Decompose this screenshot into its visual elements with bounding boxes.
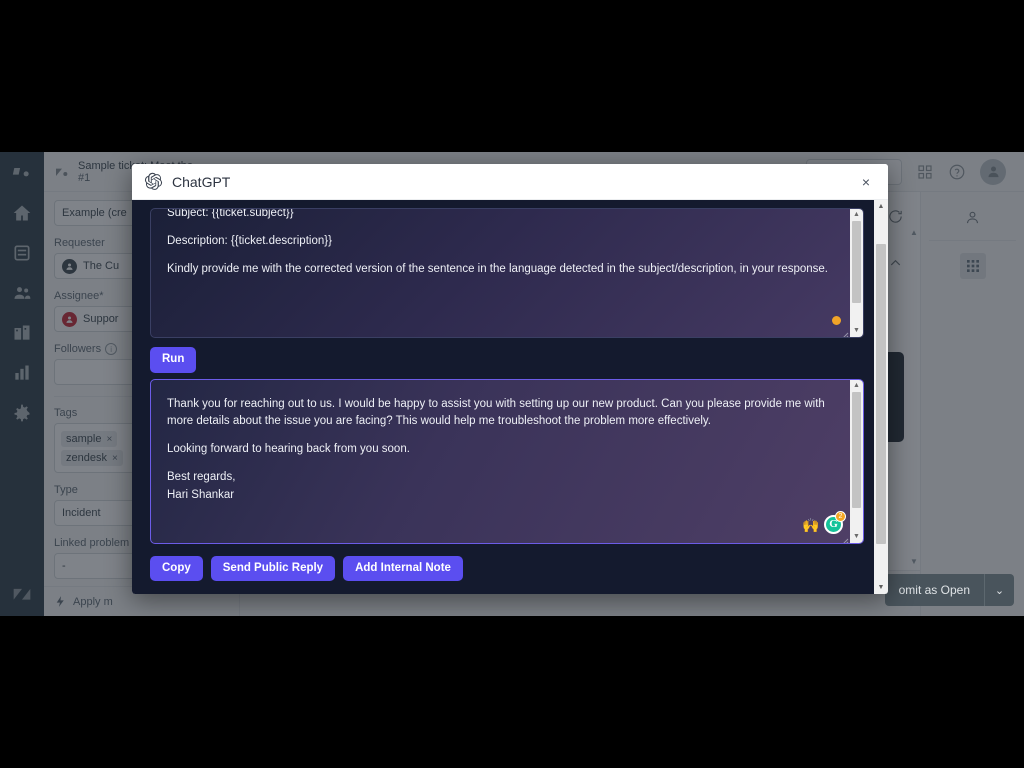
answer-signature: Hari Shankar xyxy=(167,488,235,501)
answer-resize-handle[interactable] xyxy=(840,533,849,543)
conversation-scrollbar[interactable]: ▲ ▼ xyxy=(910,228,918,566)
subject-field-value: Example (cre xyxy=(62,207,127,219)
prompt-scrollbar[interactable]: ▲ ▼ xyxy=(850,209,863,337)
grammarly-badge-count: 2 xyxy=(835,510,846,522)
prompt-line-instruction: Kindly provide me with the corrected ver… xyxy=(167,262,829,275)
modal-scroll-down-arrow[interactable]: ▼ xyxy=(878,581,885,594)
chatgpt-modal-header: ChatGPT × xyxy=(132,164,888,200)
organizations-icon[interactable] xyxy=(11,322,33,344)
send-public-reply-button[interactable]: Send Public Reply xyxy=(210,555,336,581)
prompt-scroll-down-arrow[interactable]: ▼ xyxy=(853,325,860,337)
hands-emoji-icon[interactable]: 🙌 xyxy=(802,517,819,534)
close-icon[interactable]: × xyxy=(856,172,876,192)
conversation-tools xyxy=(887,208,904,272)
status-dot-icon xyxy=(832,316,841,325)
copy-button[interactable]: Copy xyxy=(150,555,203,581)
prompt-scroll-thumb[interactable] xyxy=(852,221,861,303)
help-icon[interactable] xyxy=(948,163,966,181)
grammarly-icon[interactable]: G 2 xyxy=(824,510,846,534)
tag-chip[interactable]: sample × xyxy=(61,431,118,447)
scroll-down-arrow[interactable]: ▼ xyxy=(910,557,918,566)
user-avatar-icon[interactable] xyxy=(980,158,1006,185)
prompt-line-description: Description: {{ticket.description}} xyxy=(167,234,332,247)
answer-text: Thank you for reaching out to us. I woul… xyxy=(151,380,863,515)
tag-chip[interactable]: zendesk × xyxy=(61,450,123,466)
chatgpt-modal: ChatGPT × Subject: {{ticket.subject}} De… xyxy=(132,164,888,594)
chatgpt-modal-content: Subject: {{ticket.subject}} Description:… xyxy=(132,200,874,594)
zendesk-logo-icon xyxy=(11,582,33,604)
scroll-up-arrow[interactable]: ▲ xyxy=(910,228,918,237)
answer-scroll-thumb[interactable] xyxy=(852,391,861,508)
views-icon[interactable] xyxy=(11,242,33,264)
type-value: Incident xyxy=(62,507,101,519)
openai-logo-icon xyxy=(144,172,163,191)
answer-scrollbar[interactable]: ▲ ▼ xyxy=(850,379,863,543)
refresh-icon[interactable] xyxy=(887,208,904,225)
answer-paragraph-1: Thank you for reaching out to us. I woul… xyxy=(167,397,825,428)
apply-macro-label: Apply m xyxy=(73,595,113,608)
prompt-text: Subject: {{ticket.subject}} Description:… xyxy=(151,208,863,288)
macro-bolt-icon xyxy=(56,596,64,607)
answer-signoff: Best regards, xyxy=(167,470,236,483)
submit-dropdown-caret-icon[interactable]: ⌄ xyxy=(984,574,1014,606)
run-button[interactable]: Run xyxy=(150,347,197,373)
home-icon[interactable] xyxy=(11,202,33,224)
ticket-icon xyxy=(54,164,70,180)
ticket-tab-number: #1 xyxy=(78,171,91,184)
run-row: Run xyxy=(150,347,864,373)
remove-tag-icon[interactable]: × xyxy=(106,434,112,445)
admin-gear-icon[interactable] xyxy=(11,402,33,424)
requester-value: The Cu xyxy=(83,260,120,272)
chevron-up-icon[interactable] xyxy=(887,255,904,272)
answer-paragraph-2: Looking forward to hearing back from you… xyxy=(167,443,410,456)
answer-scroll-down-arrow[interactable]: ▼ xyxy=(853,531,860,543)
modal-scroll-thumb[interactable] xyxy=(876,244,886,544)
answer-actions: Copy Send Public Reply Add Internal Note xyxy=(150,555,864,581)
customers-icon[interactable] xyxy=(11,282,33,304)
chatgpt-modal-title: ChatGPT xyxy=(172,173,231,190)
prompt-textarea[interactable]: Subject: {{ticket.subject}} Description:… xyxy=(150,208,864,338)
chatgpt-modal-body: Subject: {{ticket.subject}} Description:… xyxy=(132,200,888,594)
submit-as-open-button[interactable]: omit as Open xyxy=(884,574,984,606)
assignee-avatar xyxy=(62,311,77,327)
prompt-resize-handle[interactable] xyxy=(840,327,849,337)
linked-problem-value: - xyxy=(62,560,66,572)
prompt-line-subject: Subject: {{ticket.subject}} xyxy=(167,208,294,219)
remove-tag-icon[interactable]: × xyxy=(112,453,118,464)
requester-avatar xyxy=(62,258,77,274)
editor-extension-icons: 🙌 G 2 xyxy=(802,510,846,534)
apps-tile-icon[interactable] xyxy=(959,253,986,279)
assignee-value: Suppor xyxy=(83,313,119,325)
user-profile-icon[interactable] xyxy=(962,206,984,228)
zendesk-product-rail[interactable] xyxy=(0,152,44,616)
reporting-icon[interactable] xyxy=(11,362,33,384)
submit-ticket-control[interactable]: omit as Open ⌄ xyxy=(884,574,1014,606)
apps-grid-icon[interactable] xyxy=(916,163,934,181)
info-icon[interactable]: i xyxy=(105,343,118,355)
answer-scroll-up-arrow[interactable]: ▲ xyxy=(853,380,860,392)
prompt-scroll-up-arrow[interactable]: ▲ xyxy=(853,209,860,221)
modal-scrollbar[interactable]: ▲ ▼ xyxy=(874,200,888,594)
modal-scroll-up-arrow[interactable]: ▲ xyxy=(878,200,885,213)
screenshot-root: Sample ticket: Meet the #1 xyxy=(0,0,1024,768)
answer-textarea[interactable]: Thank you for reaching out to us. I woul… xyxy=(150,378,864,544)
add-internal-note-button[interactable]: Add Internal Note xyxy=(343,555,463,581)
zendesk-products-icon[interactable] xyxy=(11,162,33,184)
apps-panel-divider xyxy=(929,240,1016,241)
apps-panel xyxy=(920,192,1024,616)
